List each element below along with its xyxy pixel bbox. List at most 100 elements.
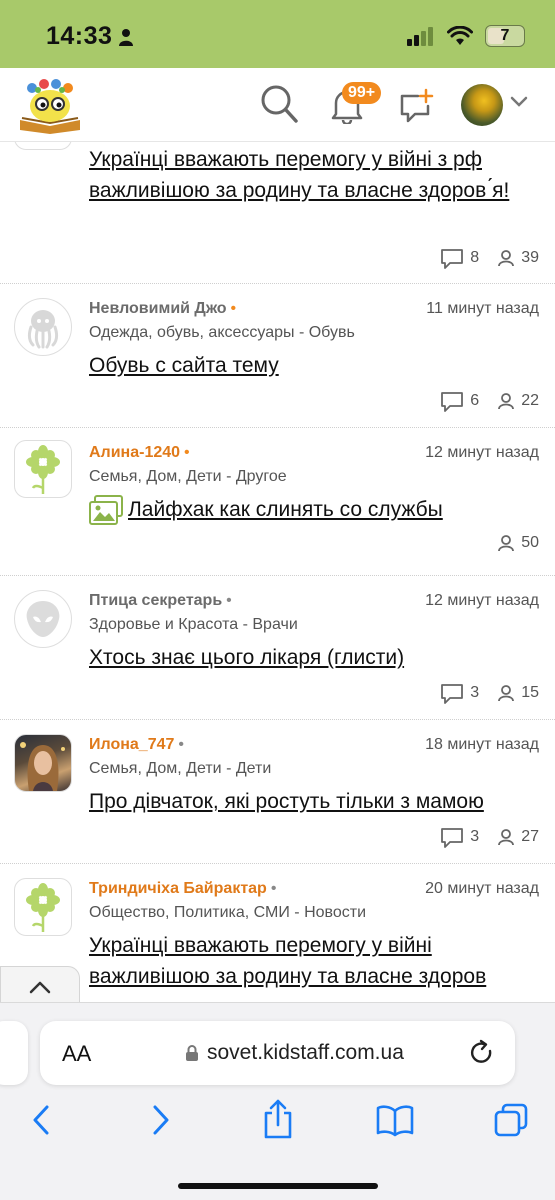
comment-count: 3 xyxy=(470,828,480,845)
signal-icon xyxy=(407,27,433,46)
comment-icon xyxy=(441,392,464,412)
app-header: 99+ xyxy=(0,68,555,142)
url-display[interactable]: sovet.kidstaff.com.ua xyxy=(185,1041,404,1065)
octopus-icon xyxy=(27,310,59,349)
post-stats: 3 27 xyxy=(440,826,539,848)
post-category[interactable]: Здоровье и Красота - Врачи xyxy=(89,616,298,634)
post-avatar[interactable] xyxy=(14,590,72,648)
post-stats: 8 39 xyxy=(440,247,539,269)
tabs-icon[interactable] xyxy=(494,1103,528,1137)
battery-icon: 7 xyxy=(485,25,525,47)
post-avatar[interactable] xyxy=(14,298,72,356)
comment-icon xyxy=(441,684,464,704)
comment-count: 3 xyxy=(470,684,480,701)
person-icon xyxy=(119,29,133,46)
view-count: 39 xyxy=(521,249,539,266)
flower-icon xyxy=(26,445,60,494)
views-icon xyxy=(498,829,515,846)
post-time: 20 минут назад xyxy=(425,880,539,897)
image-icon xyxy=(89,495,123,525)
post-time: 18 минут назад xyxy=(425,736,539,753)
comment-icon xyxy=(441,249,464,269)
list-item[interactable]: Триндичіха Байрактар • 20 минут назад Общ… xyxy=(0,864,555,1002)
forward-icon[interactable] xyxy=(150,1103,172,1137)
view-count: 50 xyxy=(521,534,539,551)
post-category[interactable]: Семья, Дом, Дети - Дети xyxy=(89,760,271,778)
post-author[interactable]: Невловимий Джо • xyxy=(89,300,236,318)
post-author[interactable]: Алина-1240 • xyxy=(89,444,190,462)
post-category[interactable]: Одежда, обувь, аксессуары - Обувь xyxy=(89,324,355,342)
new-message-icon[interactable] xyxy=(398,88,434,124)
alien-icon xyxy=(26,601,60,637)
status-time: 14:33 xyxy=(46,22,113,50)
list-item[interactable]: Птица секретарь • 12 минут назад Здоровье… xyxy=(0,576,555,720)
post-author[interactable]: Птица секретарь • xyxy=(89,592,232,610)
post-title[interactable]: Лайфхак как слинять со службы xyxy=(128,494,535,525)
post-time: 12 минут назад xyxy=(425,444,539,461)
offline-dot: • xyxy=(178,736,184,753)
post-title[interactable]: Хтось знає цього лікаря (глисти) xyxy=(89,642,535,673)
post-category[interactable]: Общество, Политика, СМИ - Новости xyxy=(89,904,366,922)
post-stats: 6 22 xyxy=(440,390,539,412)
back-icon[interactable] xyxy=(30,1103,52,1137)
post-author[interactable]: Триндичіха Байрактар • xyxy=(89,880,276,898)
post-title[interactable]: Обувь с сайта тему xyxy=(89,350,535,381)
wifi-icon xyxy=(447,26,473,45)
post-avatar[interactable] xyxy=(14,878,72,936)
views-icon xyxy=(498,250,515,267)
home-indicator xyxy=(178,1183,378,1189)
online-dot: • xyxy=(184,444,190,461)
post-title[interactable]: Про дівчаток, які ростуть тільки з мамою xyxy=(89,786,535,817)
previous-tab-preview[interactable] xyxy=(0,1021,28,1085)
list-item[interactable]: Илона_747 • 18 минут назад Семья, Дом, Де… xyxy=(0,720,555,864)
post-stats: 50 xyxy=(497,534,539,552)
status-bar: 14:33 7 xyxy=(0,0,555,68)
post-author[interactable]: Илона_747 • xyxy=(89,736,184,754)
text-size-button[interactable]: AA xyxy=(62,1041,91,1067)
post-title[interactable]: Українці вважають перемогу у війні з рф … xyxy=(89,144,535,206)
post-avatar[interactable] xyxy=(14,440,72,498)
url-text: sovet.kidstaff.com.ua xyxy=(207,1041,404,1064)
view-count: 15 xyxy=(521,684,539,701)
post-title[interactable]: Українці вважають перемогу у війні важли… xyxy=(89,930,535,992)
comment-count: 8 xyxy=(470,249,480,266)
notification-badge: 99+ xyxy=(342,82,382,104)
post-stats: 3 15 xyxy=(440,682,539,704)
post-avatar[interactable] xyxy=(14,142,72,150)
browser-toolbar: AA sovet.kidstaff.com.ua xyxy=(0,1002,555,1200)
portrait-image xyxy=(20,742,65,791)
online-dot: • xyxy=(230,300,237,317)
scroll-top-button[interactable] xyxy=(0,966,80,1006)
list-item[interactable]: Невловимий Джо • 11 минут назад Одежда, о… xyxy=(0,284,555,428)
post-category[interactable]: Семья, Дом, Дети - Другое xyxy=(89,468,287,486)
view-count: 27 xyxy=(521,828,539,845)
view-count: 22 xyxy=(521,392,539,409)
topic-feed: Українці вважають перемогу у війні з рф … xyxy=(0,142,555,1002)
chevron-up-icon xyxy=(29,981,51,993)
offline-dot: • xyxy=(226,592,232,609)
post-time: 11 минут назад xyxy=(426,300,539,317)
search-icon[interactable] xyxy=(260,84,298,124)
status-indicators: 7 xyxy=(407,24,525,48)
user-avatar[interactable] xyxy=(461,84,503,126)
comment-icon xyxy=(441,828,464,848)
bookmarks-icon[interactable] xyxy=(376,1103,414,1137)
list-item[interactable]: Українці вважають перемогу у війні з рф … xyxy=(0,142,555,284)
lock-icon xyxy=(186,1045,198,1061)
post-avatar[interactable] xyxy=(14,734,72,792)
battery-level: 7 xyxy=(500,27,510,44)
reload-icon[interactable] xyxy=(469,1039,495,1067)
offline-dot: • xyxy=(270,880,277,897)
site-logo[interactable] xyxy=(16,76,84,134)
comment-count: 6 xyxy=(470,392,480,409)
chevron-down-icon[interactable] xyxy=(510,96,528,108)
views-icon xyxy=(498,685,515,702)
views-icon xyxy=(498,393,515,410)
post-time: 12 минут назад xyxy=(425,592,539,609)
browser-nav xyxy=(0,1099,555,1143)
flower-icon xyxy=(26,883,60,932)
list-item[interactable]: Алина-1240 • 12 минут назад Семья, Дом, Д… xyxy=(0,428,555,576)
views-icon xyxy=(498,535,515,552)
address-bar[interactable]: AA sovet.kidstaff.com.ua xyxy=(40,1021,515,1085)
share-icon[interactable] xyxy=(262,1099,294,1139)
